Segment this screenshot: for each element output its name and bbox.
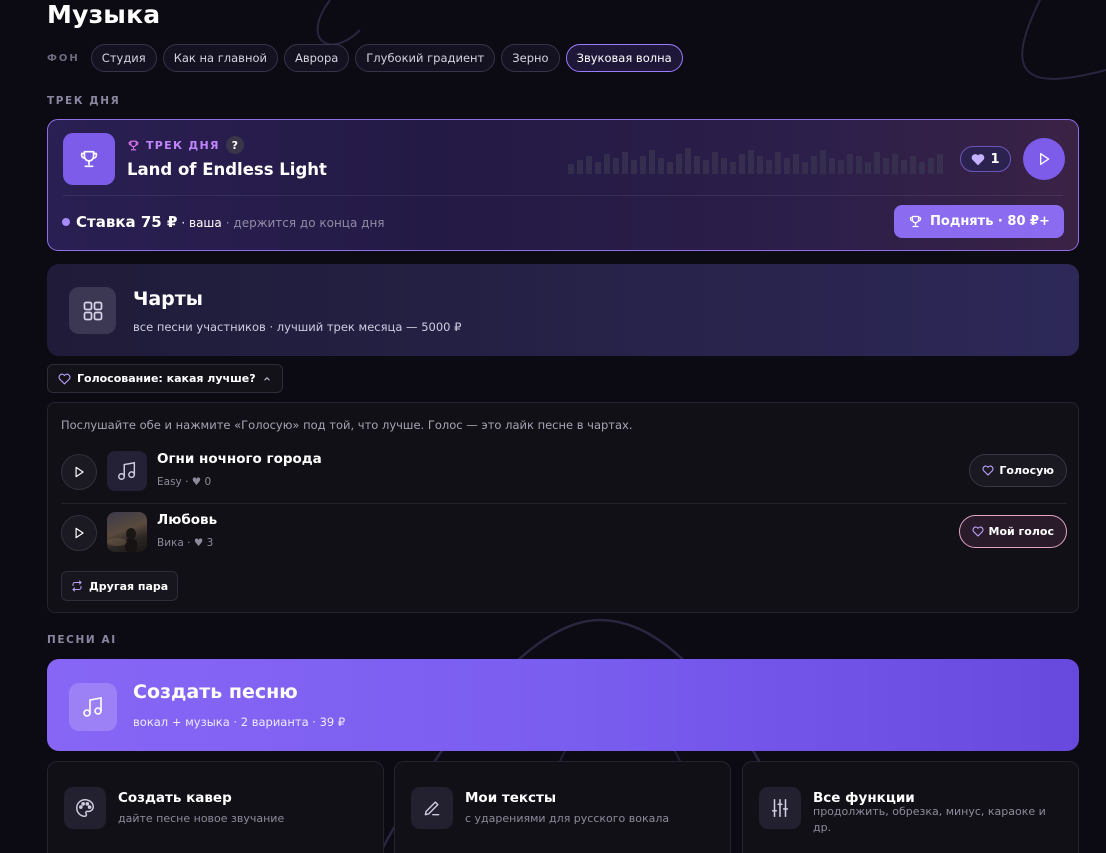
feature-subtitle: с ударениями для русского вокала <box>465 812 670 825</box>
pen-icon <box>411 787 453 829</box>
play-song-button[interactable] <box>61 454 97 490</box>
grid-icon <box>69 287 116 334</box>
list-item: Любовь Вика · ♥ 3 Мой голос <box>61 512 1067 556</box>
other-pair-label: Другая пара <box>89 579 169 593</box>
list-item: Огни ночного города Easy · ♥ 0 Голосую <box>61 451 1067 495</box>
play-song-button[interactable] <box>61 515 97 551</box>
chevron-up-icon <box>263 376 270 381</box>
track-of-day-section-label: ТРЕК ДНЯ <box>47 95 121 107</box>
refresh-icon <box>72 580 82 592</box>
bid-amount: Ставка 75 ₽ <box>76 213 178 231</box>
feature-title: Мои тексты <box>465 790 557 806</box>
charts-subtitle: все песни участников · лучший трек месяц… <box>133 320 462 334</box>
voting-toggle[interactable]: Голосование: какая лучше? <box>47 364 283 393</box>
voting-hint: Послушайте обе и нажмите «Голосую» под т… <box>61 418 633 432</box>
heart-outline-icon <box>982 465 994 476</box>
song-cover-image <box>107 512 147 552</box>
track-of-day-name: Land of Endless Light <box>127 160 327 179</box>
status-dot-icon <box>62 218 70 226</box>
bid-info: Ставка 75 ₽ · ваша · держится до конца д… <box>62 213 385 231</box>
create-cover-card[interactable]: Создать кавер дайте песне новое звучание <box>47 761 384 853</box>
bid-note: · держится до конца дня <box>225 216 385 230</box>
my-vote-button[interactable]: Мой голос <box>958 515 1067 548</box>
trophy-small-icon <box>128 140 139 150</box>
ai-songs-section-label: ПЕСНИ AI <box>47 634 117 646</box>
create-song-card[interactable]: Создать песню вокал + музыка · 2 вариант… <box>47 659 1079 751</box>
track-of-day-card[interactable]: ТРЕК ДНЯ ? Land of Endless Light 1 Ставк… <box>47 119 1079 251</box>
track-of-day-kicker: ТРЕК ДНЯ ? <box>127 136 244 154</box>
my-lyrics-card[interactable]: Мои тексты с ударениями для русского вок… <box>394 761 731 853</box>
waveform-decoration <box>568 148 943 174</box>
background-label: ФОН <box>47 52 80 64</box>
help-icon[interactable]: ? <box>225 136 244 154</box>
track-of-day-kicker-text: ТРЕК ДНЯ <box>146 138 220 152</box>
divider <box>63 195 1063 196</box>
charts-card[interactable]: Чарты все песни участников · лучший трек… <box>47 264 1079 356</box>
create-song-subtitle: вокал + музыка · 2 варианта · 39 ₽ <box>133 715 346 729</box>
song-meta: Вика · ♥ 3 <box>157 537 214 549</box>
song-meta: Easy · ♥ 0 <box>157 476 212 488</box>
vote-button[interactable]: Голосую <box>969 454 1067 487</box>
page-title: Музыка <box>47 0 161 29</box>
heart-icon <box>972 153 985 165</box>
voting-panel: Послушайте обе и нажмите «Голосую» под т… <box>47 402 1079 613</box>
play-icon <box>1040 153 1050 165</box>
feature-subtitle: продолжить, обрезка, минус, караоке и др… <box>813 805 1046 834</box>
raise-bid-label: Поднять · 80 ₽+ <box>930 214 1050 229</box>
music-note-icon <box>69 683 117 731</box>
bg-option-studio[interactable]: Студия <box>90 44 157 72</box>
my-vote-button-label: Мой голос <box>988 525 1054 538</box>
vote-button-label: Голосую <box>999 464 1054 477</box>
song-title: Любовь <box>157 512 218 528</box>
feature-title: Создать кавер <box>118 790 232 806</box>
raise-bid-button[interactable]: Поднять · 80 ₽+ <box>894 205 1064 238</box>
all-features-card[interactable]: Все функции продолжить, обрезка, минус, … <box>742 761 1079 853</box>
bg-option-aurora[interactable]: Аврора <box>283 44 350 72</box>
music-note-icon <box>107 451 147 491</box>
trophy-icon <box>63 133 115 185</box>
feature-subtitle: дайте песне новое звучание <box>118 812 285 825</box>
song-title: Огни ночного города <box>157 451 322 467</box>
background-selector: ФОН Студия Как на главной Аврора Глубоки… <box>47 44 683 72</box>
palette-icon <box>64 787 106 829</box>
heart-outline-icon <box>971 526 984 537</box>
bg-option-deep-gradient[interactable]: Глубокий градиент <box>355 44 496 72</box>
like-count: 1 <box>990 151 1000 167</box>
bg-option-as-home[interactable]: Как на главной <box>162 44 278 72</box>
create-song-title: Создать песню <box>133 681 298 703</box>
charts-title: Чарты <box>133 288 203 310</box>
sliders-icon <box>759 787 801 829</box>
trophy-icon <box>909 215 922 228</box>
bg-option-sound-wave[interactable]: Звуковая волна <box>565 44 683 72</box>
bid-owner: · ваша <box>181 216 222 230</box>
play-track-of-day-button[interactable] <box>1023 138 1065 180</box>
voting-toggle-label: Голосование: какая лучше? <box>77 372 256 385</box>
heart-outline-icon <box>58 373 71 385</box>
play-icon <box>75 466 84 478</box>
like-button[interactable]: 1 <box>960 146 1011 172</box>
bg-option-grain[interactable]: Зерно <box>501 44 560 72</box>
play-icon <box>75 527 84 539</box>
divider <box>61 503 1067 504</box>
other-pair-button[interactable]: Другая пара <box>61 571 179 601</box>
